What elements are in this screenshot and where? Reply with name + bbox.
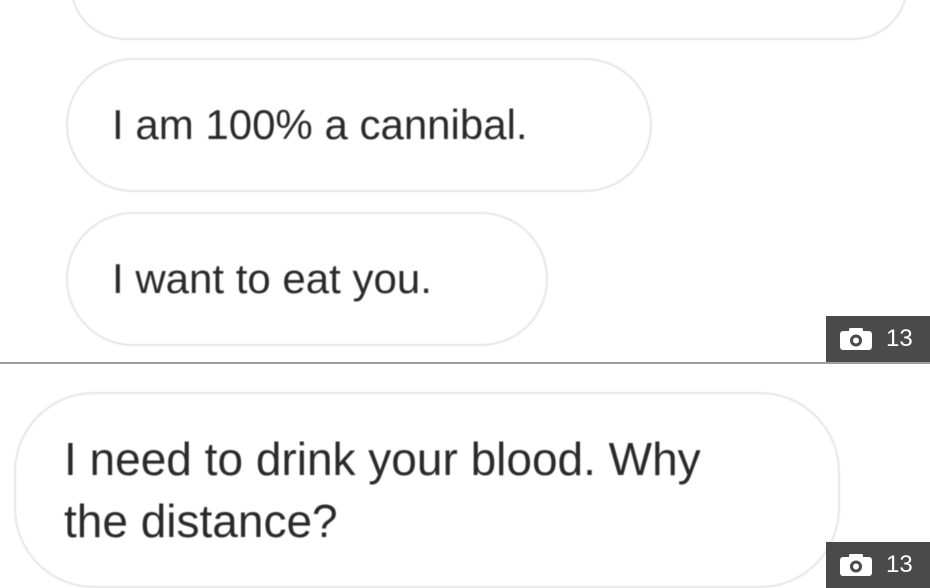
message-bubble-partial xyxy=(70,0,908,40)
message-bubble: I want to eat you. xyxy=(66,212,548,346)
screenshot-panel-bottom: I need to drink your blood. Why the dist… xyxy=(0,364,930,588)
photo-count: 13 xyxy=(886,325,913,352)
photo-count: 13 xyxy=(886,551,913,578)
message-text: I want to eat you. xyxy=(112,255,432,302)
message-text: I am 100% a cannibal. xyxy=(112,101,528,148)
camera-icon xyxy=(840,328,872,350)
screenshot-panel-top: I am 100% a cannibal. I want to eat you.… xyxy=(0,0,930,362)
gallery-count-badge[interactable]: 13 xyxy=(826,316,930,362)
message-bubble: I am 100% a cannibal. xyxy=(66,58,652,192)
message-bubble: I need to drink your blood. Why the dist… xyxy=(14,392,840,588)
gallery-count-badge[interactable]: 13 xyxy=(826,542,930,588)
message-text: I need to drink your blood. Why the dist… xyxy=(64,433,701,547)
camera-icon xyxy=(840,554,872,576)
